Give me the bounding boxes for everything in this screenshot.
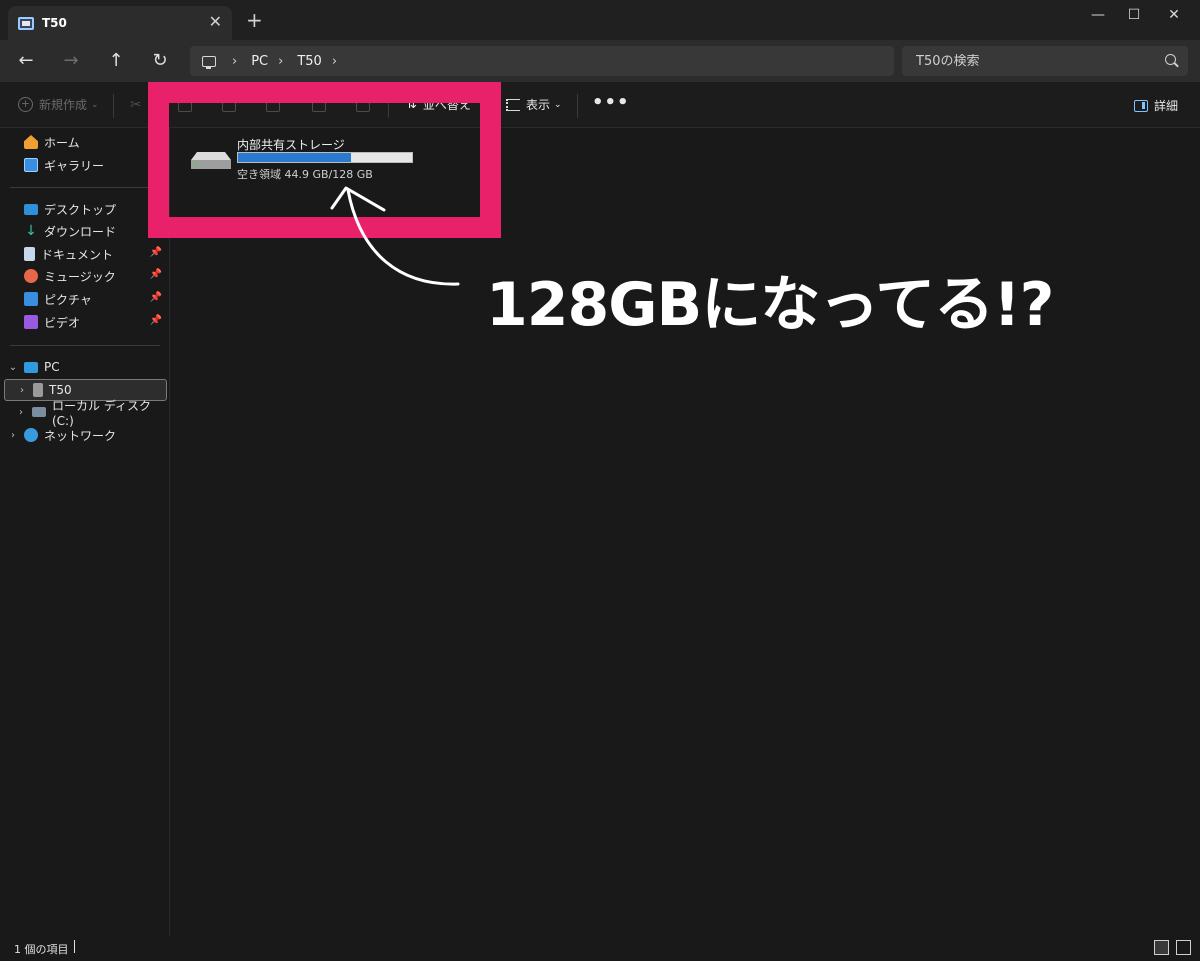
sidebar-item-label: T50 <box>49 383 72 397</box>
cut-icon[interactable]: ✂ <box>130 98 144 112</box>
phone-icon <box>33 383 43 397</box>
breadcrumb-separator[interactable]: › <box>332 54 337 69</box>
music-icon <box>24 269 38 283</box>
chevron-right-icon[interactable]: › <box>14 407 28 418</box>
divider <box>577 94 578 118</box>
forward-button[interactable]: → <box>59 49 83 73</box>
new-button[interactable]: + 新規作成 ⌄ <box>18 96 99 113</box>
sidebar-item-pictures[interactable]: ピクチャ 📌 <box>0 288 168 310</box>
pin-icon[interactable]: 📌 <box>150 269 162 280</box>
new-tab-button[interactable]: + <box>246 10 263 30</box>
more-options-button[interactable]: ••• <box>592 92 630 113</box>
breadcrumb-separator[interactable]: › <box>232 54 237 69</box>
drive-tab-icon <box>18 16 34 30</box>
sidebar-item-home[interactable]: ホーム <box>0 131 168 153</box>
monitor-icon <box>202 55 216 69</box>
sidebar-item-network[interactable]: › ネットワーク <box>0 424 168 446</box>
pin-icon[interactable]: 📌 <box>150 315 162 326</box>
minimize-button[interactable]: — <box>1080 4 1116 26</box>
sidebar-item-label: ビデオ <box>44 315 81 330</box>
back-button[interactable]: ← <box>14 49 38 73</box>
sidebar-item-downloads[interactable]: ↓ ダウンロード 📌 <box>0 220 168 242</box>
sidebar-item-label: ネットワーク <box>44 428 117 443</box>
pin-icon[interactable]: 📌 <box>150 292 162 303</box>
breadcrumb-separator[interactable]: › <box>278 54 283 69</box>
divider <box>113 94 114 118</box>
download-icon: ↓ <box>25 223 37 239</box>
sidebar-item-desktop[interactable]: デスクトップ <box>0 198 168 220</box>
arrow-icon <box>330 186 460 286</box>
title-bar: T50 ✕ + — ☐ ✕ <box>0 0 1200 40</box>
view-list-icon <box>506 98 520 111</box>
breadcrumb-pc[interactable]: PC <box>251 54 268 69</box>
chevron-down-icon[interactable]: ⌄ <box>6 362 20 373</box>
tab-t50[interactable]: T50 ✕ <box>8 6 232 40</box>
navigation-pane: ホーム ギャラリー デスクトップ ↓ ダウンロード 📌 ドキュメント 📌 ミュー… <box>0 128 170 936</box>
search-box[interactable] <box>902 46 1188 76</box>
sidebar-item-label: ホーム <box>44 135 80 150</box>
disk-icon <box>32 407 46 417</box>
sidebar-item-label: ピクチャ <box>44 292 92 307</box>
sidebar-item-documents[interactable]: ドキュメント 📌 <box>0 243 168 265</box>
search-input[interactable] <box>916 53 1156 69</box>
sidebar-item-pc[interactable]: ⌄ PC <box>0 356 168 378</box>
annotation-text: 128GBになってる!? <box>486 270 1054 340</box>
new-label: 新規作成 <box>39 98 88 112</box>
sidebar-item-gallery[interactable]: ギャラリー <box>0 154 168 176</box>
status-bar: 1 個の項目 <box>0 936 1200 961</box>
details-view-icon[interactable] <box>1154 940 1169 955</box>
document-icon <box>24 247 35 261</box>
view-button[interactable]: 表示 ⌄ <box>506 96 562 113</box>
sidebar-item-videos[interactable]: ビデオ 📌 <box>0 311 168 333</box>
details-pane-icon <box>1133 99 1148 112</box>
search-icon[interactable] <box>1165 54 1176 65</box>
breadcrumb-t50[interactable]: T50 <box>297 54 321 69</box>
sidebar-item-label: ローカル ディスク (C:) <box>52 398 151 428</box>
tab-close-icon[interactable]: ✕ <box>209 14 222 30</box>
maximize-button[interactable]: ☐ <box>1116 4 1152 26</box>
chevron-down-icon: ⌄ <box>554 99 562 110</box>
sidebar-item-label: ダウンロード <box>44 224 117 239</box>
up-button[interactable]: ↑ <box>104 49 128 73</box>
refresh-button[interactable]: ↻ <box>148 49 172 73</box>
sidebar-item-local-disk[interactable]: › ローカル ディスク (C:) <box>0 399 168 428</box>
navigation-bar: ← → ↑ ↻ › PC › T50 › <box>0 40 1200 82</box>
divider <box>10 345 160 346</box>
home-icon <box>24 135 38 149</box>
gallery-icon <box>24 158 38 172</box>
tiles-view-icon[interactable] <box>1176 940 1191 955</box>
chevron-right-icon[interactable]: › <box>15 385 29 396</box>
content-pane: 内部共有ストレージ 空き領域 44.9 GB/128 GB <box>171 128 1200 936</box>
divider <box>10 187 160 188</box>
chevron-down-icon: ⌄ <box>91 99 99 110</box>
sidebar-item-label: PC <box>44 360 60 374</box>
desktop-icon <box>24 203 38 215</box>
pin-icon[interactable]: 📌 <box>150 247 162 258</box>
status-divider <box>74 940 75 953</box>
video-icon <box>24 315 38 329</box>
close-button[interactable]: ✕ <box>1156 4 1192 26</box>
monitor-icon <box>24 361 38 373</box>
sidebar-item-label: ギャラリー <box>44 158 105 173</box>
network-icon <box>24 428 38 442</box>
sidebar-item-music[interactable]: ミュージック 📌 <box>0 265 168 287</box>
chevron-right-icon[interactable]: › <box>6 430 20 441</box>
item-count: 1 個の項目 <box>14 943 69 956</box>
details-label: 詳細 <box>1153 99 1178 113</box>
sidebar-item-label: ドキュメント <box>41 247 114 262</box>
plus-circle-icon: + <box>18 97 33 112</box>
pictures-icon <box>24 292 38 306</box>
view-label: 表示 <box>526 98 551 112</box>
sidebar-item-label: ミュージック <box>44 269 116 284</box>
sidebar-item-label: デスクトップ <box>44 202 117 217</box>
details-button[interactable]: 詳細 <box>1133 97 1178 114</box>
address-bar[interactable]: › PC › T50 › <box>190 46 894 76</box>
tab-title: T50 <box>42 16 67 30</box>
